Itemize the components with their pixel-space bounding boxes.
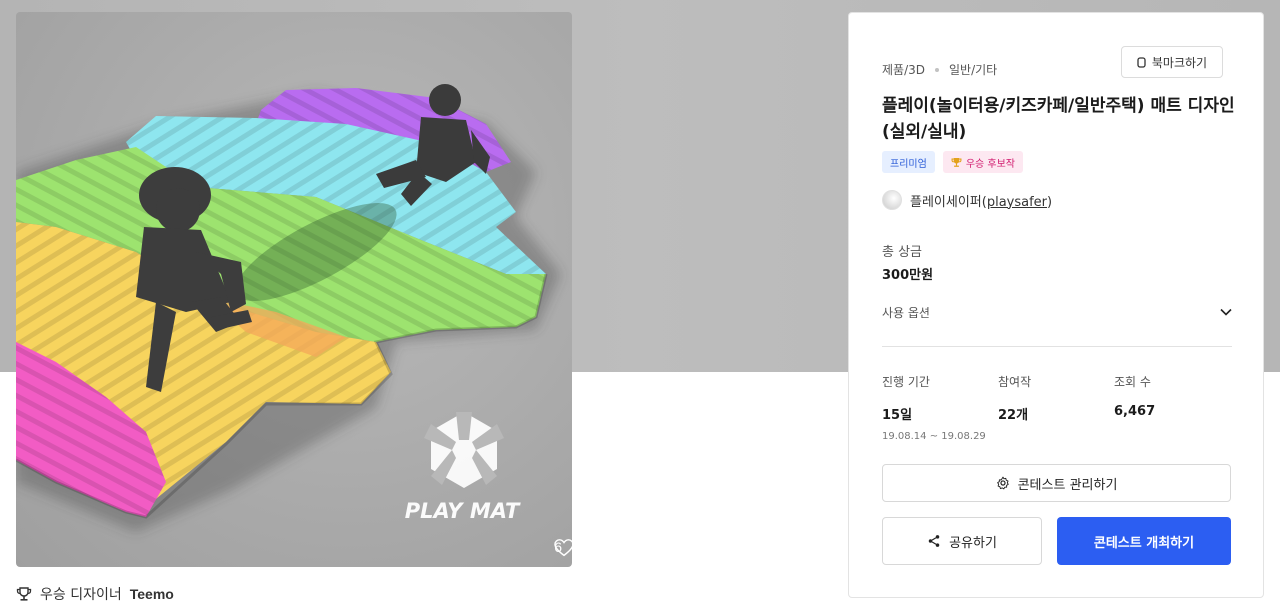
chevron-down-icon <box>1220 308 1232 316</box>
contest-stats: 진행 기간 15일 19.08.14 ~ 19.08.29 참여작 22개 조회… <box>882 373 1232 442</box>
play-mat-render-illustration: PLAY MAT <box>16 84 561 532</box>
breadcrumb-category[interactable]: 제품/3D <box>882 61 925 78</box>
usage-options-label: 사용 옵션 <box>882 305 930 320</box>
gear-icon <box>996 476 1009 490</box>
stat-duration-value: 15일 <box>882 408 913 423</box>
author-handle[interactable]: playsafer <box>987 195 1047 210</box>
prize-label: 총 상금 <box>882 245 923 260</box>
like-button[interactable]: 6 <box>554 539 572 557</box>
trophy-icon <box>951 157 962 167</box>
winner-prefix: 우승 디자이너 <box>40 587 122 603</box>
breadcrumb-separator <box>935 67 939 72</box>
stat-views-label: 조회 수 <box>1114 375 1151 389</box>
stat-entries-label: 참여작 <box>998 375 1032 389</box>
manage-contest-label: 콘테스트 관리하기 <box>1017 477 1118 493</box>
stat-views-value: 6,467 <box>1114 404 1156 419</box>
play-mat-logo <box>424 412 504 488</box>
share-icon <box>928 535 940 547</box>
prize-value: 300만원 <box>882 268 934 283</box>
host-author[interactable]: 플레이세이퍼(playsafer) <box>882 190 1052 210</box>
award-badge: 우승 후보작 <box>942 151 1023 173</box>
contest-info-panel: 제품/3D 일반/기타 북마크하기 플레이(놀이터용/키즈카페/일반주택) 매트… <box>848 12 1264 598</box>
bookmark-button[interactable]: 북마크하기 <box>1121 46 1223 78</box>
share-button[interactable]: 공유하기 <box>882 517 1042 565</box>
share-label: 공유하기 <box>949 535 997 551</box>
contest-hero-image[interactable]: PLAY MAT 6 <box>16 12 572 567</box>
contest-title: 플레이(놀이터용/키즈카페/일반주택) 매트 디자인(실외/실내) <box>882 96 1235 142</box>
premium-badge: 프리미엄 <box>882 151 935 173</box>
stat-duration: 진행 기간 15일 19.08.14 ~ 19.08.29 <box>882 373 998 442</box>
badge-group: 프리미엄 우승 후보작 <box>882 151 1023 173</box>
winner-designer: 우승 디자이너 Teemo <box>16 584 174 604</box>
stat-entries: 참여작 22개 <box>998 373 1114 442</box>
stat-duration-label: 진행 기간 <box>882 375 930 389</box>
breadcrumb-subcategory[interactable]: 일반/기타 <box>949 61 997 78</box>
breadcrumb: 제품/3D 일반/기타 <box>882 61 997 78</box>
host-contest-button[interactable]: 콘테스트 개최하기 <box>1057 517 1231 565</box>
heart-outline-icon <box>554 539 572 557</box>
panel-divider <box>882 346 1232 347</box>
winner-name[interactable]: Teemo <box>130 586 174 602</box>
author-name: 플레이세이퍼 <box>910 194 982 210</box>
manage-contest-button[interactable]: 콘테스트 관리하기 <box>882 464 1231 502</box>
bookmark-label: 북마크하기 <box>1151 55 1208 70</box>
author-avatar <box>882 190 902 210</box>
award-badge-label: 우승 후보작 <box>965 158 1015 170</box>
play-mat-logo-text: PLAY MAT <box>405 499 521 523</box>
trophy-icon <box>16 586 32 601</box>
stat-views: 조회 수 6,467 <box>1114 373 1230 442</box>
stat-duration-range: 19.08.14 ~ 19.08.29 <box>882 431 986 442</box>
bookmark-icon <box>1137 56 1146 68</box>
stat-entries-value: 22개 <box>998 408 1029 423</box>
usage-options-toggle[interactable]: 사용 옵션 <box>882 301 1232 323</box>
